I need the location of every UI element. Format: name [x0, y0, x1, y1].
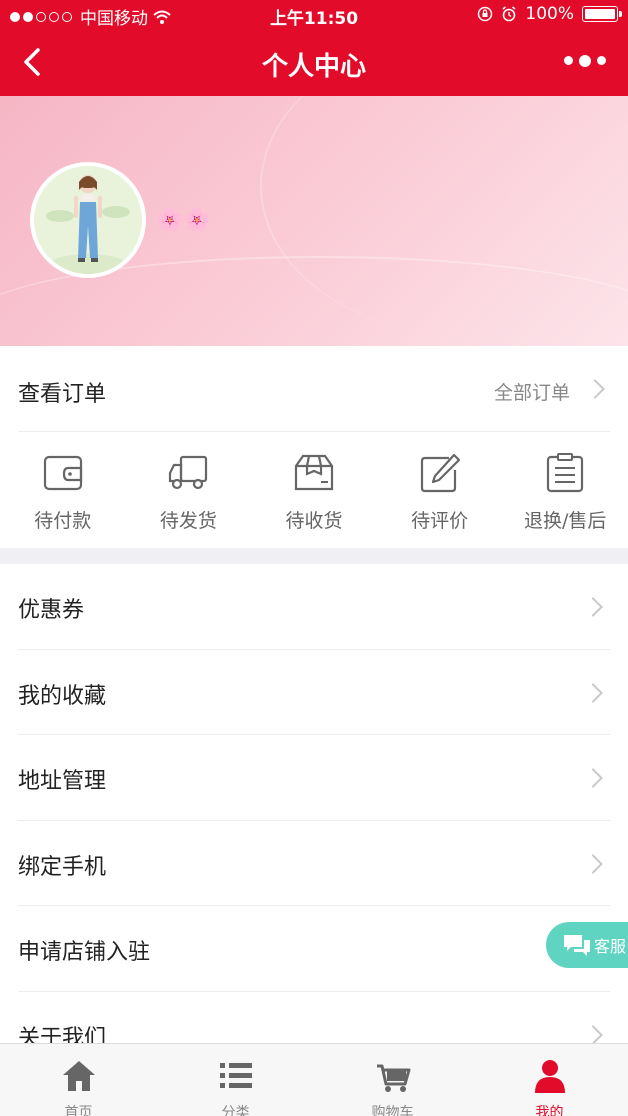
order-pending-receipt[interactable]: 待收货 — [251, 446, 377, 533]
tab-mine[interactable]: 我的 — [471, 1044, 628, 1116]
order-pending-review[interactable]: 待评价 — [377, 446, 503, 533]
wallet-icon — [43, 455, 82, 491]
orders-header[interactable]: 查看订单 全部订单 — [18, 346, 610, 432]
avatar[interactable] — [30, 162, 146, 278]
order-pending-shipment[interactable]: 待发货 — [126, 446, 252, 533]
profile-banner: 🌸🌸 — [0, 96, 628, 346]
battery-percent: 100% — [525, 4, 574, 24]
chevron-right-icon — [583, 768, 603, 788]
menu-item-bind-phone[interactable]: 绑定手机 — [18, 821, 610, 906]
top-bar: 中国移动 上午11:50 100% 个人中心 — [0, 0, 628, 96]
avatar-illustration — [46, 175, 130, 274]
package-icon — [294, 454, 334, 491]
chevron-right-icon — [585, 379, 605, 399]
all-orders-link[interactable]: 全部订单 — [494, 378, 570, 405]
chevron-right-icon — [583, 1024, 603, 1045]
menu-list: 优惠券 我的收藏 地址管理 绑定手机 申请店铺入驻 关于我们 — [0, 564, 628, 1077]
home-icon — [62, 1061, 95, 1091]
chevron-right-icon — [583, 853, 603, 874]
chevron-right-icon — [583, 597, 603, 617]
orders-section: 查看订单 全部订单 待付款 待发货 待收货 待评价 退换/售后 — [0, 346, 628, 548]
page-title: 个人中心 — [261, 52, 366, 82]
battery-icon — [582, 6, 622, 22]
section-divider — [0, 548, 628, 564]
chevron-right-icon — [583, 682, 603, 703]
rotation-lock-icon — [478, 6, 493, 22]
tab-cart[interactable]: 购物车 — [314, 1044, 471, 1116]
menu-item-label: 我的收藏 — [18, 683, 107, 709]
cart-icon — [376, 1064, 410, 1092]
menu-item-label: 绑定手机 — [18, 854, 107, 880]
edit-icon — [420, 453, 460, 493]
order-item-label: 待发货 — [159, 510, 217, 532]
tab-label: 我的 — [535, 1105, 564, 1116]
more-icon[interactable] — [564, 54, 606, 67]
user-icon — [534, 1060, 565, 1093]
truck-icon — [169, 455, 208, 490]
nav-bar: 个人中心 — [0, 30, 628, 96]
menu-item-coupons[interactable]: 优惠券 — [18, 564, 610, 650]
order-item-label: 待评价 — [411, 510, 469, 532]
tab-label: 分类 — [221, 1105, 250, 1116]
tab-label: 购物车 — [371, 1105, 414, 1116]
alarm-icon — [502, 6, 516, 22]
menu-item-favorites[interactable]: 我的收藏 — [18, 650, 610, 735]
tab-label: 首页 — [64, 1105, 93, 1116]
order-item-label: 待收货 — [285, 510, 343, 532]
order-pending-payment[interactable]: 待付款 — [0, 446, 126, 533]
tab-category[interactable]: 分类 — [157, 1044, 314, 1116]
clipboard-icon — [547, 453, 584, 493]
customer-service-button[interactable]: 客服 — [546, 922, 628, 968]
menu-item-store-apply[interactable]: 申请店铺入驻 — [18, 906, 610, 992]
tab-bar: 首页 分类 购物车 我的 — [0, 1043, 628, 1116]
menu-item-addresses[interactable]: 地址管理 — [18, 735, 610, 821]
order-after-sales[interactable]: 退换/售后 — [502, 446, 628, 533]
chat-icon — [564, 935, 590, 956]
menu-item-label: 优惠券 — [18, 598, 85, 623]
list-icon — [219, 1063, 252, 1088]
menu-item-label: 申请店铺入驻 — [18, 940, 151, 965]
menu-item-label: 地址管理 — [18, 769, 107, 794]
nickname: 🌸🌸 — [156, 208, 211, 233]
orders-title: 查看订单 — [18, 382, 107, 407]
customer-service-label: 客服 — [594, 937, 627, 956]
tab-home[interactable]: 首页 — [0, 1044, 157, 1116]
order-item-label: 待付款 — [34, 510, 92, 532]
order-item-label: 退换/售后 — [523, 510, 607, 532]
status-bar: 中国移动 上午11:50 100% — [0, 0, 628, 30]
